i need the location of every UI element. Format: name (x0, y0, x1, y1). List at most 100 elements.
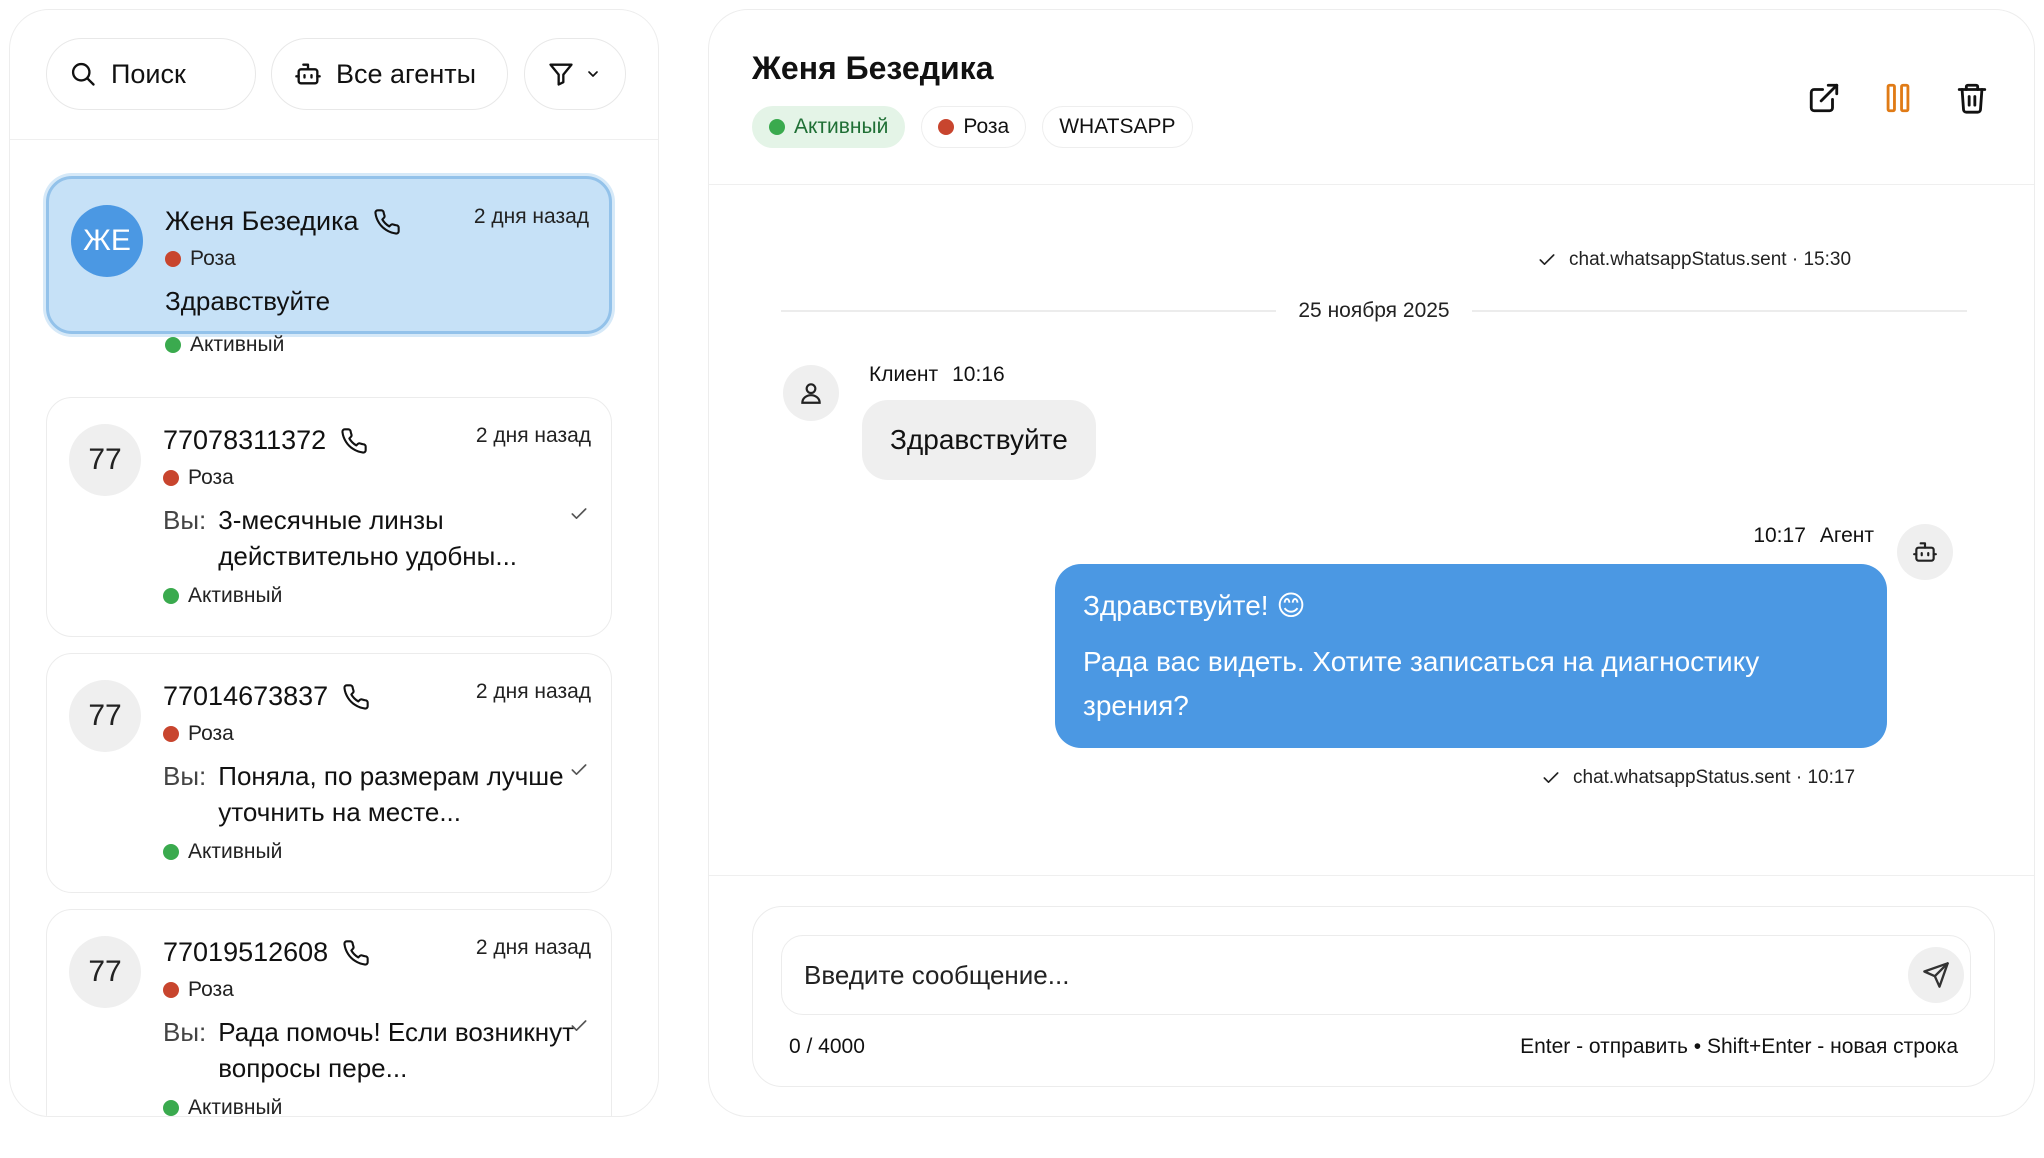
trash-icon (1957, 83, 1987, 114)
agent-status-dot (163, 470, 179, 486)
contact-tags: Активный Роза WHATSAPP (752, 106, 1193, 148)
date-separator: 25 ноября 2025 (781, 296, 1967, 326)
divider (1471, 310, 1967, 312)
pause-agent-button[interactable] (1876, 76, 1920, 120)
avatar: ЖЕ (71, 205, 143, 277)
filter-icon (549, 63, 573, 86)
search-label: Поиск (111, 58, 186, 89)
status-dot (163, 588, 179, 604)
outgoing-message-bubble: Здравствуйте! 😊 Рада вас видеть. Хотите … (1055, 564, 1887, 748)
agents-filter-label: Все агенты (336, 58, 476, 89)
chat-item-time: 2 дня назад (473, 205, 589, 228)
status-dot (165, 337, 181, 353)
chat-item-status: Активный (163, 840, 282, 864)
message-input[interactable] (781, 935, 1971, 1015)
agent-name: Роза (188, 466, 234, 489)
you-prefix: Вы: (163, 1017, 207, 1047)
chat-item-preview: Вы: 3-месячные линзы действительно удобны… (163, 502, 583, 574)
agent-name: Роза (188, 722, 234, 745)
avatar: 77 (69, 680, 141, 752)
filter-dropdown-button[interactable] (524, 38, 626, 110)
user-icon (801, 383, 821, 404)
agent-tag-label: Роза (963, 115, 1010, 138)
chat-item-name-row: 77019512608 (163, 937, 370, 968)
outgoing-message-line: Здравствуйте! 😊 (1083, 590, 1306, 621)
chat-item-preview: Здравствуйте (165, 283, 585, 319)
client-avatar (783, 365, 839, 421)
agent-status-dot (163, 726, 179, 742)
agent-avatar (1897, 524, 1953, 580)
chat-list-panel: Поиск Все агенты ЖЕ Женя Безедика 2 дня … (9, 9, 659, 1117)
agents-filter-button[interactable]: Все агенты (271, 38, 508, 110)
search-button[interactable]: Поиск (46, 38, 256, 110)
status-label: Активный (188, 584, 283, 607)
contact-name: Женя Безедика (752, 50, 994, 86)
incoming-message-bubble: Здравствуйте (862, 400, 1096, 480)
bot-icon (1913, 542, 1937, 562)
delivery-status: chat.whatsappStatus.sent · 15:30 (1537, 249, 1851, 271)
message-time: 10:17 (1753, 524, 1806, 547)
status-dot (163, 844, 179, 860)
divider (781, 310, 1277, 312)
phone-icon (373, 208, 400, 235)
agent-tag: Роза (921, 106, 1027, 148)
delete-chat-button[interactable] (1950, 76, 1994, 120)
channel-tag-label: WHATSAPP (1059, 115, 1176, 138)
composer-area: 0 / 4000 Enter - отправить • Shift+Enter… (709, 875, 2034, 1116)
status-label: Активный (188, 840, 283, 863)
chat-list-item[interactable]: 77 77078311372 2 дня назад Роза Вы: 3-мес… (46, 397, 612, 637)
status-label: Активный (188, 1096, 283, 1116)
chat-item-name-row: 77014673837 (163, 681, 370, 712)
outgoing-meta: 10:17 Агент (1753, 524, 1874, 548)
chevron-down-icon (588, 71, 598, 77)
status-tag-label: Активный (794, 115, 889, 138)
avatar: 77 (69, 936, 141, 1008)
outgoing-message-line: Рада вас видеть. Хотите записаться на ди… (1083, 646, 1760, 721)
chat-item-message: 3-месячные линзы действительно удобны... (218, 505, 518, 571)
bot-icon (295, 63, 321, 85)
agent-status-dot (938, 119, 955, 135)
phone-icon (343, 683, 369, 710)
chat-item-name: 77019512608 (163, 937, 329, 967)
chat-item-name: 77014673837 (163, 681, 329, 711)
chat-item-agent: Роза (163, 466, 234, 490)
composer: 0 / 4000 Enter - отправить • Shift+Enter… (752, 906, 1995, 1087)
char-counter: 0 / 4000 (789, 1035, 865, 1058)
chat-list-item[interactable]: 77 77019512608 2 дня назад Роза Вы: Рада … (46, 909, 612, 1116)
chat-item-message: Рада помочь! Если возникнут вопросы пере… (218, 1017, 575, 1083)
chat-item-name: Женя Безедика (165, 206, 359, 236)
chat-item-agent: Роза (165, 247, 236, 271)
chat-item-status: Активный (163, 584, 282, 608)
chat-item-name: 77078311372 (163, 425, 327, 455)
status-dot (769, 119, 785, 135)
chat-list-item[interactable]: ЖЕ Женя Безедика 2 дня назад Роза Здравс… (46, 176, 612, 356)
check-icon (1543, 772, 1559, 783)
delivery-status: chat.whatsappStatus.sent · 10:17 (1541, 767, 1855, 789)
status-label: Активный (190, 333, 285, 356)
channel-tag: WHATSAPP (1042, 106, 1193, 148)
check-icon (571, 764, 587, 775)
send-button[interactable] (1908, 947, 1964, 1003)
chat-item-name-row: 77078311372 (163, 425, 368, 456)
you-prefix: Вы: (163, 505, 207, 535)
you-prefix: Вы: (163, 761, 207, 791)
message-time: 10:16 (952, 363, 1005, 386)
check-icon (1539, 254, 1555, 265)
agent-status-dot (163, 982, 179, 998)
chat-item-time: 2 дня назад (475, 936, 591, 959)
conversation-header: Женя Безедика Активный Роза WHATSAPP (709, 10, 2034, 185)
status-dot (163, 1100, 179, 1116)
open-external-button[interactable] (1802, 76, 1846, 120)
chat-item-status: Активный (165, 333, 284, 357)
search-icon (71, 62, 95, 86)
external-link-icon (1809, 83, 1839, 113)
chat-item-status: Активный (163, 1096, 282, 1116)
conversation-panel: Женя Безедика Активный Роза WHATSAPP cha… (708, 9, 2035, 1117)
send-icon (1923, 962, 1949, 988)
phone-icon (341, 427, 367, 454)
chat-item-name-row: Женя Безедика (165, 206, 401, 237)
chat-list: ЖЕ Женя Безедика 2 дня назад Роза Здравс… (10, 141, 658, 1116)
chat-list-item[interactable]: 77 77014673837 2 дня назад Роза Вы: Понял… (46, 653, 612, 893)
incoming-meta: Клиент 10:16 (869, 363, 1005, 387)
chat-item-preview: Вы: Поняла, по размерам лучше уточнить на… (163, 758, 583, 830)
